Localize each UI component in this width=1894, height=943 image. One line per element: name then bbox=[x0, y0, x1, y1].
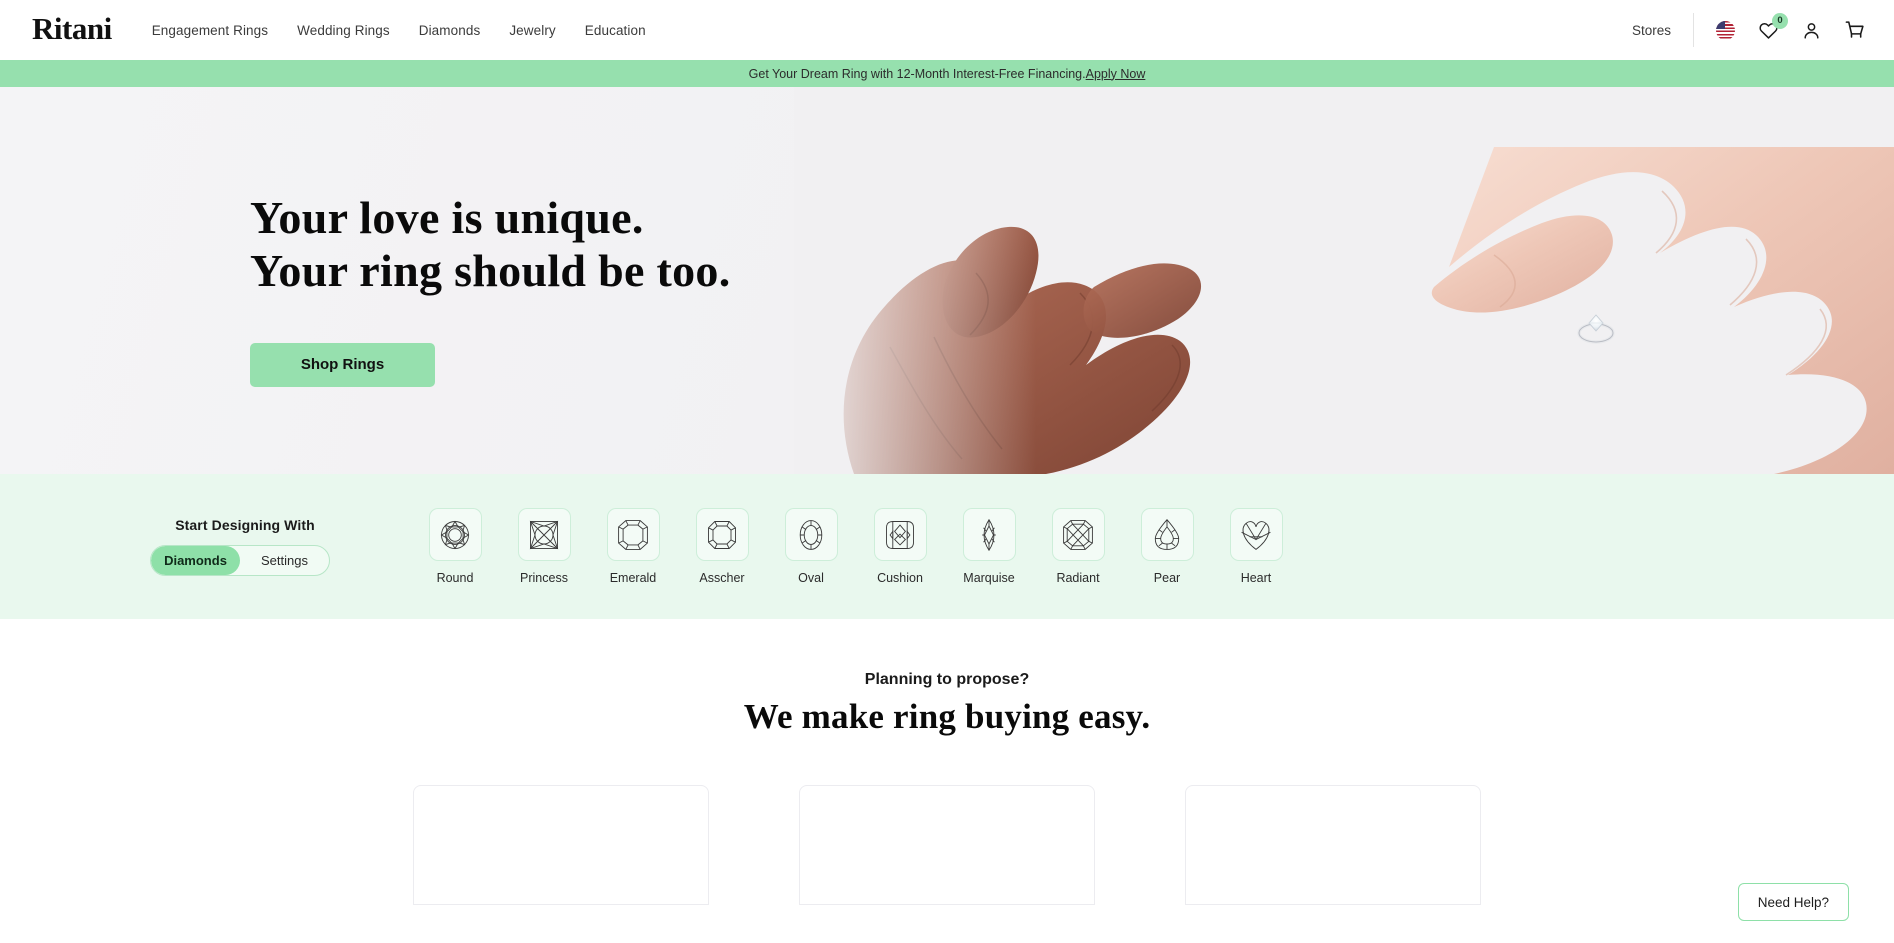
nav-item-diamonds[interactable]: Diamonds bbox=[419, 23, 481, 38]
shop-rings-button[interactable]: Shop Rings bbox=[250, 342, 435, 387]
shape-label: Round bbox=[436, 571, 474, 585]
shape-label: Asscher bbox=[699, 571, 745, 585]
shape-option-heart[interactable]: Heart bbox=[1219, 508, 1293, 585]
account-person-icon bbox=[1804, 22, 1819, 39]
primary-nav: Engagement Rings Wedding Rings Diamonds … bbox=[152, 23, 646, 38]
emerald-diamond-icon bbox=[606, 508, 660, 561]
benefit-cards-row bbox=[0, 785, 1894, 905]
nav-item-wedding-rings[interactable]: Wedding Rings bbox=[297, 23, 390, 38]
nav-item-engagement-rings[interactable]: Engagement Rings bbox=[152, 23, 268, 38]
shopping-cart-icon bbox=[1845, 21, 1864, 38]
account-button[interactable] bbox=[1800, 19, 1823, 42]
benefit-card[interactable] bbox=[413, 785, 709, 905]
start-designing-label: Start Designing With bbox=[175, 517, 315, 533]
shape-label: Pear bbox=[1153, 571, 1181, 585]
start-designing-block: Start Designing With Diamonds Settings bbox=[150, 517, 340, 576]
princess-diamond-icon bbox=[517, 508, 571, 561]
brand-logo[interactable]: Ritani bbox=[32, 13, 112, 47]
benefit-card[interactable] bbox=[1185, 785, 1481, 905]
toggle-option-settings[interactable]: Settings bbox=[240, 546, 329, 575]
site-header: Ritani Engagement Rings Wedding Rings Di… bbox=[0, 0, 1894, 60]
propose-kicker: Planning to propose? bbox=[864, 671, 1030, 688]
shape-option-pear[interactable]: Pear bbox=[1130, 508, 1204, 585]
design-mode-toggle[interactable]: Diamonds Settings bbox=[150, 545, 330, 576]
shape-option-cushion[interactable]: Cushion bbox=[863, 508, 937, 585]
shape-option-radiant[interactable]: Radiant bbox=[1041, 508, 1115, 585]
pear-diamond-icon bbox=[1140, 508, 1194, 561]
shape-label: Marquise bbox=[963, 571, 1015, 585]
nav-item-education[interactable]: Education bbox=[585, 23, 646, 38]
hero-copy: Your love is unique. Your ring should be… bbox=[250, 191, 731, 387]
header-utilities: Stores 0 bbox=[1632, 12, 1866, 47]
shape-option-princess[interactable]: Princess bbox=[507, 508, 581, 585]
favorites-button[interactable]: 0 bbox=[1757, 12, 1788, 42]
promo-apply-now-link[interactable]: Apply Now bbox=[1086, 67, 1146, 81]
shape-option-asscher[interactable]: Asscher bbox=[685, 508, 759, 585]
promo-banner: Get Your Dream Ring with 12-Month Intere… bbox=[0, 60, 1894, 87]
benefit-card[interactable] bbox=[799, 785, 1095, 905]
marquise-diamond-icon bbox=[962, 508, 1016, 561]
diamond-shapes-row: Round Princess Emerald Asscher Oval Cush… bbox=[418, 508, 1293, 585]
round-diamond-icon bbox=[428, 508, 482, 561]
favorites-count-badge: 0 bbox=[1772, 12, 1788, 29]
shape-label: Emerald bbox=[609, 571, 657, 585]
shape-option-emerald[interactable]: Emerald bbox=[596, 508, 670, 585]
header-icon-group: 0 bbox=[1714, 12, 1866, 42]
asscher-diamond-icon bbox=[695, 508, 749, 561]
locale-selector[interactable] bbox=[1714, 19, 1737, 42]
heart-diamond-icon bbox=[1229, 508, 1283, 561]
hero-image bbox=[794, 87, 1894, 474]
promo-text: Get Your Dream Ring with 12-Month Intere… bbox=[748, 66, 1086, 81]
cart-button[interactable] bbox=[1843, 19, 1866, 42]
hero-section: Your love is unique. Your ring should be… bbox=[0, 87, 1894, 474]
oval-diamond-icon bbox=[784, 508, 838, 561]
shape-label: Radiant bbox=[1056, 571, 1100, 585]
cushion-diamond-icon bbox=[873, 508, 927, 561]
radiant-diamond-icon bbox=[1051, 508, 1105, 561]
stores-link[interactable]: Stores bbox=[1632, 23, 1671, 38]
shape-option-oval[interactable]: Oval bbox=[774, 508, 848, 585]
header-divider bbox=[1693, 13, 1694, 47]
shape-label: Cushion bbox=[877, 571, 923, 585]
shape-label: Oval bbox=[798, 571, 824, 585]
hero-headline: Your love is unique. Your ring should be… bbox=[250, 192, 731, 297]
propose-title: We make ring buying easy. bbox=[743, 697, 1151, 736]
shape-option-marquise[interactable]: Marquise bbox=[952, 508, 1026, 585]
toggle-option-diamonds[interactable]: Diamonds bbox=[151, 546, 240, 575]
shape-option-round[interactable]: Round bbox=[418, 508, 492, 585]
us-flag-icon bbox=[1716, 20, 1735, 40]
start-designing-strip: Start Designing With Diamonds Settings R… bbox=[0, 474, 1894, 619]
shape-label: Princess bbox=[520, 571, 568, 585]
nav-item-jewelry[interactable]: Jewelry bbox=[509, 23, 555, 38]
need-help-button[interactable]: Need Help? bbox=[1737, 883, 1849, 921]
propose-section: Planning to propose? We make ring buying… bbox=[0, 619, 1894, 905]
shape-label: Heart bbox=[1240, 571, 1272, 585]
